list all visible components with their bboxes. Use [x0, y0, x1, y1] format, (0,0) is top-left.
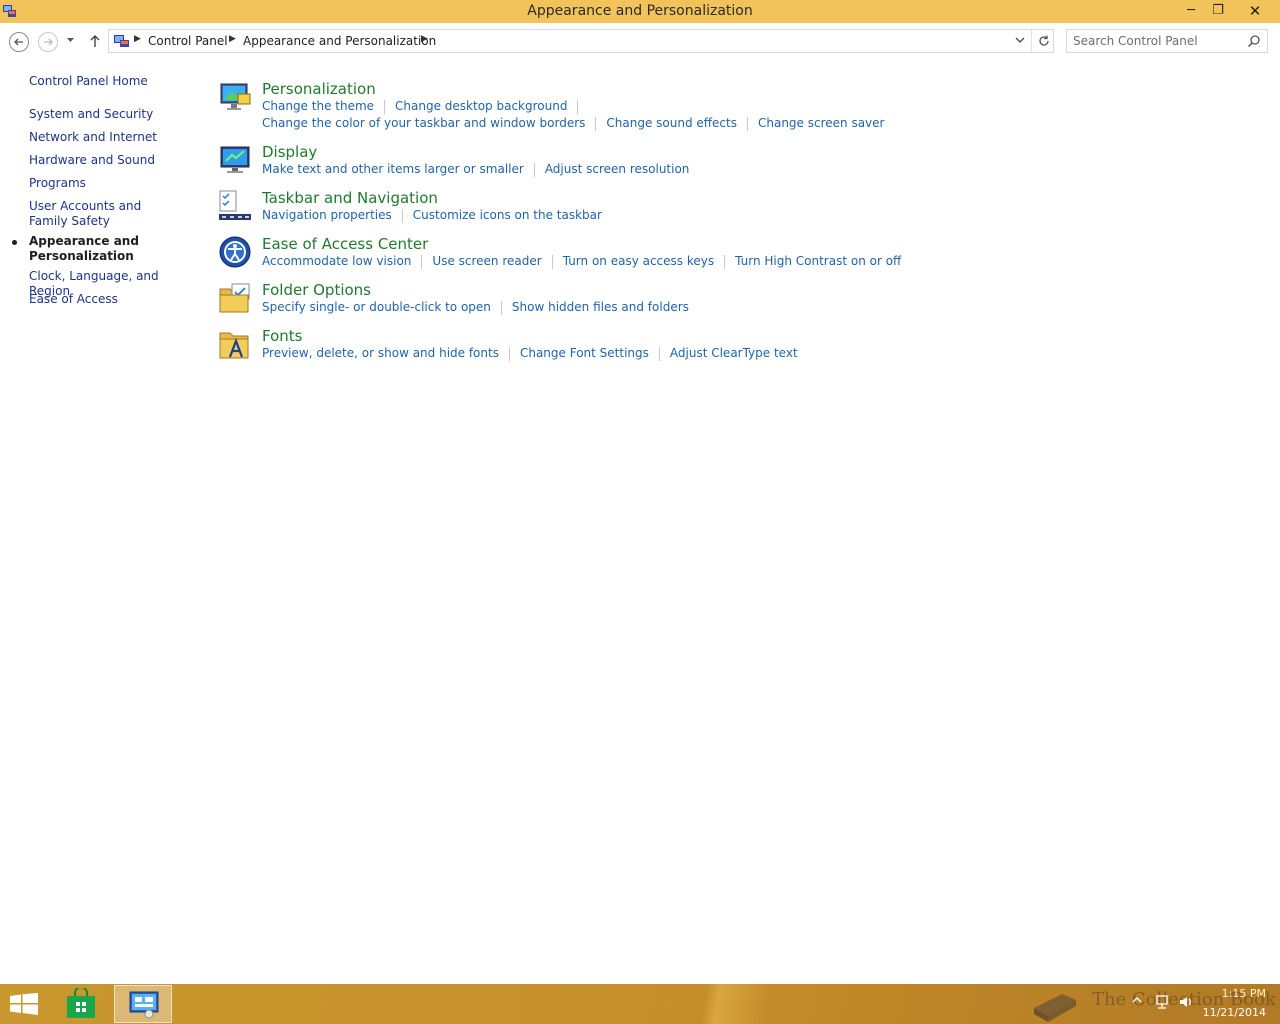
- link-adjust-cleartype[interactable]: Adjust ClearType text: [670, 346, 798, 360]
- ease-of-access-center-title[interactable]: Ease of Access Center: [262, 235, 428, 253]
- folder-options-title[interactable]: Folder Options: [262, 281, 371, 299]
- current-page-bullet: [12, 240, 17, 245]
- search-icon[interactable]: [1247, 34, 1261, 48]
- sidebar-item-hardware-and-sound[interactable]: Hardware and Sound: [29, 153, 189, 168]
- start-button[interactable]: [10, 993, 38, 1015]
- link-separator: [595, 116, 597, 131]
- arrow-right-icon: [44, 38, 53, 46]
- link-separator: [658, 346, 660, 361]
- control-panel-home-link[interactable]: Control Panel Home: [29, 74, 148, 88]
- link-easy-access-keys[interactable]: Turn on easy access keys: [563, 254, 714, 268]
- chevron-down-icon[interactable]: [1015, 35, 1025, 45]
- maximize-button[interactable]: ❐: [1205, 0, 1231, 22]
- address-bar[interactable]: ▶ Control Panel ▶ Appearance and Persona…: [108, 29, 1054, 53]
- breadcrumb-chevron-icon[interactable]: ▶: [134, 34, 141, 44]
- link-change-desktop-background[interactable]: Change desktop background: [395, 99, 567, 113]
- clock-time[interactable]: 1:15 PM: [1210, 987, 1266, 1000]
- taskbar-icon[interactable]: [218, 189, 252, 223]
- link-separator: [421, 254, 423, 269]
- sidebar-item-appearance-and-personalization: Appearance and Personalization: [29, 234, 139, 263]
- link-change-sound-effects[interactable]: Change sound effects: [606, 116, 737, 130]
- minimize-button[interactable]: ─: [1178, 0, 1204, 22]
- taskbar: The Collection Book 1:15 PM 11/21/2014: [0, 984, 1280, 1024]
- link-separator: [724, 254, 726, 269]
- link-accommodate-low-vision[interactable]: Accommodate low vision: [262, 254, 411, 268]
- display-title[interactable]: Display: [262, 143, 317, 161]
- link-change-theme[interactable]: Change the theme: [262, 99, 374, 113]
- search-input[interactable]: [1073, 33, 1243, 49]
- display-icon[interactable]: [218, 143, 252, 177]
- arrow-left-icon: [14, 38, 23, 46]
- network-icon[interactable]: [1154, 994, 1170, 1010]
- title-bar: Appearance and Personalization ─ ❐ ✕: [0, 0, 1280, 23]
- search-box[interactable]: [1066, 29, 1268, 53]
- sidebar-item-user-accounts[interactable]: User Accounts and Family Safety: [29, 199, 179, 229]
- store-icon[interactable]: [66, 988, 96, 1020]
- link-separator: [577, 99, 579, 114]
- close-button[interactable]: ✕: [1232, 0, 1278, 22]
- folder-options-icon[interactable]: [218, 281, 252, 315]
- link-separator: [401, 208, 403, 223]
- clock-date[interactable]: 11/21/2014: [1200, 1006, 1266, 1019]
- link-high-contrast[interactable]: Turn High Contrast on or off: [735, 254, 901, 268]
- link-adjust-screen-resolution[interactable]: Adjust screen resolution: [545, 162, 690, 176]
- sidebar-item-system-and-security[interactable]: System and Security: [29, 107, 189, 122]
- link-change-taskbar-color[interactable]: Change the color of your taskbar and win…: [262, 116, 585, 130]
- link-separator: [500, 300, 502, 315]
- breadcrumb-appearance[interactable]: Appearance and Personalization: [243, 34, 436, 48]
- link-navigation-properties[interactable]: Navigation properties: [262, 208, 392, 222]
- control-panel-icon: [114, 35, 129, 47]
- personalization-icon[interactable]: [218, 80, 252, 114]
- refresh-icon[interactable]: [1037, 34, 1051, 48]
- up-arrow-icon[interactable]: [88, 33, 102, 49]
- fonts-icon[interactable]: [218, 327, 252, 361]
- control-panel-icon: [129, 991, 159, 1019]
- divider: [1031, 30, 1032, 52]
- breadcrumb-control-panel[interactable]: Control Panel: [148, 34, 228, 48]
- link-use-screen-reader[interactable]: Use screen reader: [432, 254, 541, 268]
- link-customize-taskbar-icons[interactable]: Customize icons on the taskbar: [413, 208, 602, 222]
- forward-button[interactable]: [38, 32, 58, 52]
- taskbar-and-navigation-title[interactable]: Taskbar and Navigation: [262, 189, 438, 207]
- breadcrumb-chevron-icon[interactable]: ▶: [229, 34, 236, 44]
- sidebar-item-programs[interactable]: Programs: [29, 176, 189, 191]
- show-hidden-icons-icon[interactable]: [1131, 994, 1143, 1006]
- back-button[interactable]: [9, 32, 29, 52]
- recent-locations-icon[interactable]: [66, 36, 75, 44]
- personalization-title[interactable]: Personalization: [262, 80, 376, 98]
- link-change-font-settings[interactable]: Change Font Settings: [520, 346, 649, 360]
- book-logo-icon: [1028, 974, 1084, 1024]
- link-separator: [508, 346, 510, 361]
- taskbar-control-panel-button[interactable]: [114, 985, 172, 1023]
- sidebar-item-ease-of-access[interactable]: Ease of Access: [29, 292, 189, 307]
- window-title: Appearance and Personalization: [527, 3, 753, 19]
- volume-icon[interactable]: [1178, 994, 1194, 1010]
- link-separator: [746, 116, 748, 131]
- link-separator: [533, 162, 535, 177]
- fonts-title[interactable]: Fonts: [262, 327, 302, 345]
- link-make-text-larger[interactable]: Make text and other items larger or smal…: [262, 162, 524, 176]
- navigation-bar: ▶ Control Panel ▶ Appearance and Persona…: [0, 23, 1280, 59]
- link-separator: [384, 99, 386, 114]
- link-single-double-click[interactable]: Specify single- or double-click to open: [262, 300, 491, 314]
- link-separator: [551, 254, 553, 269]
- link-show-hidden-files[interactable]: Show hidden files and folders: [512, 300, 689, 314]
- ease-of-access-icon[interactable]: [218, 235, 252, 269]
- breadcrumb-chevron-icon[interactable]: ▶: [421, 34, 428, 44]
- link-preview-delete-fonts[interactable]: Preview, delete, or show and hide fonts: [262, 346, 499, 360]
- sidebar-item-network-and-internet[interactable]: Network and Internet: [29, 130, 189, 145]
- link-change-screen-saver[interactable]: Change screen saver: [758, 116, 885, 130]
